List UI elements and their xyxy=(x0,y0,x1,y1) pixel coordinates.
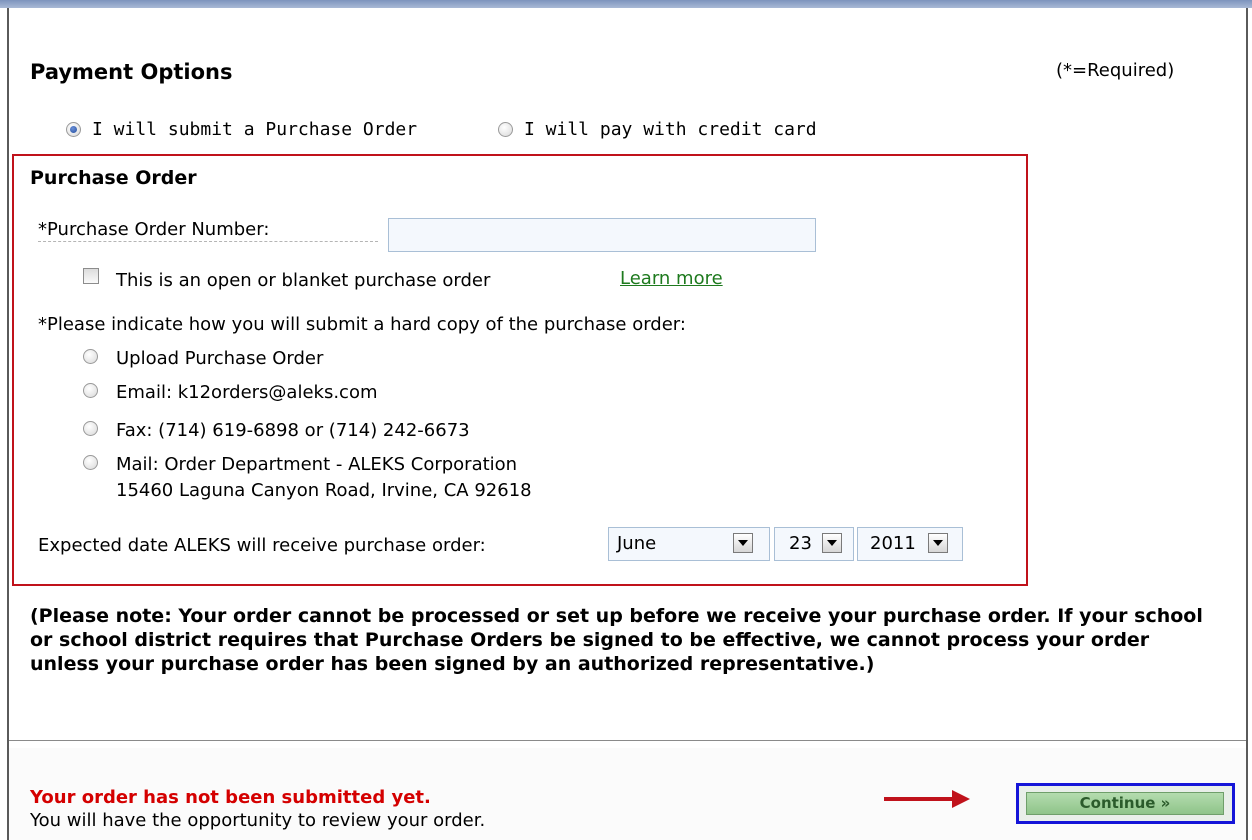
learn-more-link[interactable]: Learn more xyxy=(620,268,723,289)
blanket-po-label[interactable]: This is an open or blanket purchase orde… xyxy=(116,270,490,291)
email-label[interactable]: Email: k12orders@aleks.com xyxy=(116,382,378,403)
arrow-right-icon-shaft xyxy=(884,797,956,801)
expected-date-label: Expected date ALEKS will receive purchas… xyxy=(38,535,486,556)
mail-radio[interactable] xyxy=(83,455,98,470)
order-not-submitted-warning: Your order has not been submitted yet. xyxy=(30,787,431,808)
year-select-value: 2011 xyxy=(870,533,916,554)
upload-po-label[interactable]: Upload Purchase Order xyxy=(116,348,323,369)
month-select-value: June xyxy=(617,533,657,554)
dropdown-arrow-icon[interactable] xyxy=(822,533,842,553)
processing-note: (Please note: Your order cannot be proce… xyxy=(30,605,1203,675)
continue-button[interactable]: Continue » xyxy=(1026,792,1224,815)
arrow-right-icon-head xyxy=(952,790,970,808)
day-select[interactable]: 23 xyxy=(774,527,854,561)
day-select-value: 23 xyxy=(789,533,812,554)
mail-address-line: 15460 Laguna Canyon Road, Irvine, CA 926… xyxy=(116,480,532,501)
upload-po-radio[interactable] xyxy=(83,349,98,364)
purchase-order-radio-label[interactable]: I will submit a Purchase Order xyxy=(92,119,417,140)
dropdown-arrow-icon[interactable] xyxy=(733,533,753,553)
review-order-note: You will have the opportunity to review … xyxy=(30,810,486,831)
po-number-label: *Purchase Order Number: xyxy=(38,219,270,240)
po-number-input[interactable] xyxy=(388,218,816,252)
fax-radio[interactable] xyxy=(83,421,98,436)
purchase-order-radio[interactable] xyxy=(66,122,81,137)
email-radio[interactable] xyxy=(83,383,98,398)
year-select[interactable]: 2011 xyxy=(857,527,963,561)
page-title: Payment Options xyxy=(30,60,233,84)
blanket-po-checkbox[interactable] xyxy=(83,268,99,284)
month-select[interactable]: June xyxy=(608,527,770,561)
top-window-strip xyxy=(0,0,1252,8)
po-number-divider xyxy=(38,241,378,242)
credit-card-radio-label[interactable]: I will pay with credit card xyxy=(524,119,817,140)
footer-separator xyxy=(9,740,1246,741)
mail-label[interactable]: Mail: Order Department - ALEKS Corporati… xyxy=(116,454,517,475)
dropdown-arrow-icon[interactable] xyxy=(928,533,948,553)
purchase-order-section-title: Purchase Order xyxy=(30,167,197,189)
continue-button-highlight: Continue » xyxy=(1016,783,1235,824)
fax-label[interactable]: Fax: (714) 619-6898 or (714) 242-6673 xyxy=(116,420,470,441)
required-legend: (*=Required) xyxy=(1056,60,1175,81)
hard-copy-prompt: *Please indicate how you will submit a h… xyxy=(38,314,686,335)
credit-card-radio[interactable] xyxy=(498,122,513,137)
